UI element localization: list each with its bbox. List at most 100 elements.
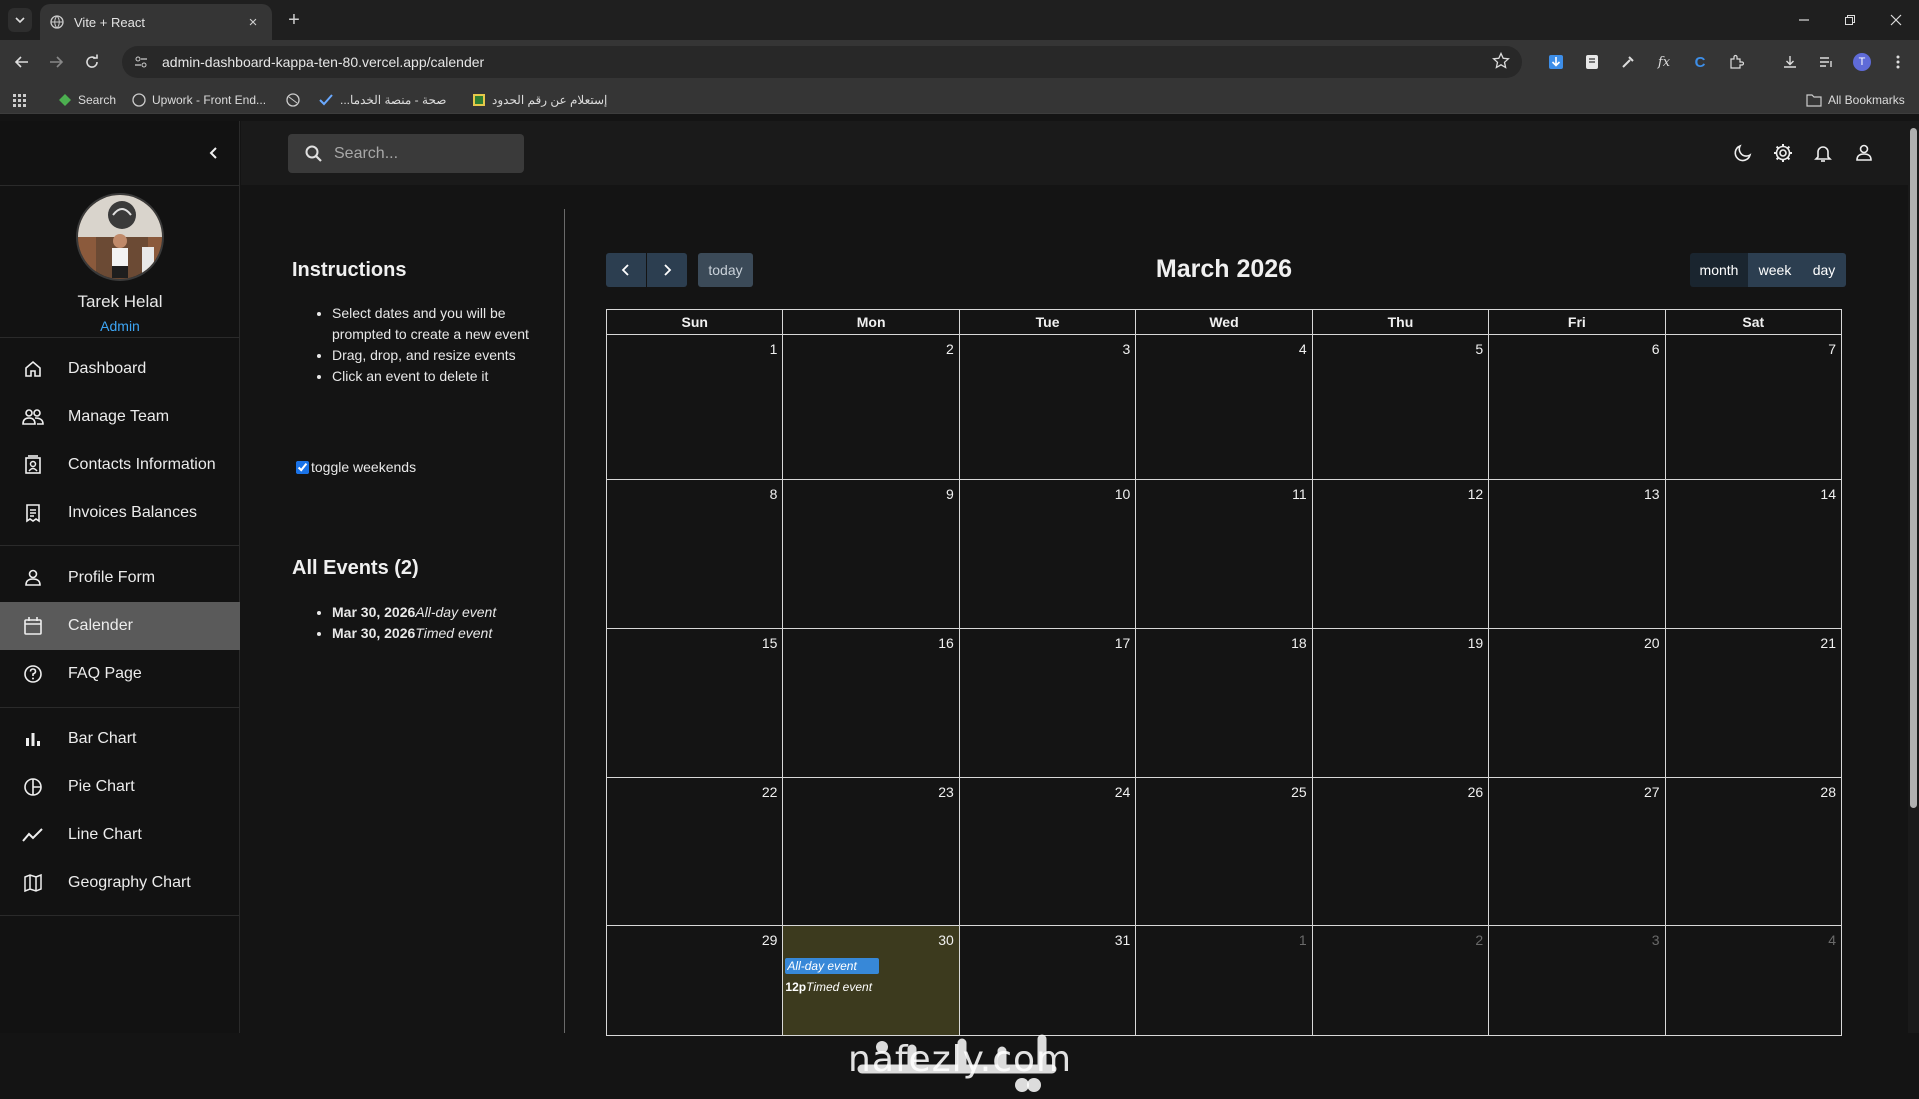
calendar-day-cell[interactable]: 14 bbox=[1665, 480, 1842, 629]
day-number[interactable]: 10 bbox=[1115, 486, 1131, 502]
calendar-day-cell[interactable]: 12 bbox=[1312, 480, 1490, 629]
prev-month-button[interactable] bbox=[606, 253, 646, 287]
day-number[interactable]: 30 bbox=[938, 932, 954, 948]
calendar-day-cell[interactable]: 19 bbox=[1312, 629, 1490, 778]
day-number[interactable]: 13 bbox=[1644, 486, 1660, 502]
bookmark-star-icon[interactable] bbox=[1492, 52, 1510, 70]
browser-menu-icon[interactable] bbox=[1888, 52, 1908, 72]
day-number[interactable]: 14 bbox=[1820, 486, 1836, 502]
bookmark-upwork[interactable]: Upwork - Front End... bbox=[132, 90, 266, 110]
notifications-bell-icon[interactable] bbox=[1811, 141, 1835, 165]
bookmark-health-platform[interactable]: صحة - منصة الخدما... bbox=[318, 90, 446, 110]
address-bar[interactable]: admin-dashboard-kappa-ten-80.vercel.app/… bbox=[122, 46, 1522, 78]
day-number[interactable]: 8 bbox=[770, 486, 778, 502]
profile-avatar[interactable]: T bbox=[1852, 52, 1872, 72]
day-number[interactable]: 24 bbox=[1115, 784, 1131, 800]
calendar-day-cell[interactable]: 3 bbox=[959, 335, 1137, 480]
media-control-icon[interactable] bbox=[1816, 52, 1836, 72]
calendar-day-cell[interactable]: 24 bbox=[959, 778, 1137, 926]
calendar-day-cell[interactable]: 27 bbox=[1489, 778, 1666, 926]
settings-gear-icon[interactable] bbox=[1771, 141, 1795, 165]
calendar-day-cell[interactable]: 29 bbox=[607, 926, 784, 1036]
day-number[interactable]: 19 bbox=[1468, 635, 1484, 651]
new-tab-button[interactable]: + bbox=[282, 8, 306, 32]
calendar-day-cell[interactable]: 5 bbox=[1312, 335, 1490, 480]
sidebar-item-contacts[interactable]: Contacts Information bbox=[0, 441, 240, 489]
close-tab-icon[interactable]: × bbox=[244, 13, 262, 31]
eyedropper-extension-icon[interactable] bbox=[1618, 52, 1638, 72]
day-number[interactable]: 17 bbox=[1115, 635, 1131, 651]
calendar-day-cell[interactable]: 26 bbox=[1312, 778, 1490, 926]
day-number[interactable]: 18 bbox=[1291, 635, 1307, 651]
downloads-icon[interactable] bbox=[1780, 52, 1800, 72]
search-input[interactable] bbox=[334, 144, 514, 163]
sidebar-item-manage-team[interactable]: Manage Team bbox=[0, 393, 240, 441]
function-extension-icon[interactable]: fx bbox=[1654, 52, 1674, 72]
day-number[interactable]: 4 bbox=[1299, 341, 1307, 357]
calendar-day-cell[interactable]: 10 bbox=[959, 480, 1137, 629]
day-number[interactable]: 27 bbox=[1644, 784, 1660, 800]
back-icon[interactable] bbox=[10, 50, 34, 74]
calendar-day-cell[interactable]: 2 bbox=[783, 335, 960, 480]
calendar-day-cell[interactable]: 1 bbox=[607, 335, 784, 480]
day-number[interactable]: 3 bbox=[1652, 932, 1660, 948]
page-scrollbar-thumb[interactable] bbox=[1910, 128, 1917, 808]
restore-icon[interactable] bbox=[1827, 0, 1873, 40]
month-view-button[interactable]: month bbox=[1690, 253, 1748, 287]
download-extension-icon[interactable] bbox=[1546, 52, 1566, 72]
day-number[interactable]: 16 bbox=[938, 635, 954, 651]
day-number[interactable]: 3 bbox=[1122, 341, 1130, 357]
calendar-day-cell[interactable]: 15 bbox=[607, 629, 784, 778]
calendar-day-cell-next-month[interactable]: 2 bbox=[1312, 926, 1490, 1036]
collapse-sidebar-button[interactable] bbox=[202, 141, 226, 165]
bookmark-search[interactable]: Search bbox=[58, 90, 116, 110]
weekends-checkbox[interactable] bbox=[296, 460, 309, 474]
calendar-day-cell[interactable]: 16 bbox=[783, 629, 960, 778]
calendar-day-cell[interactable]: 23 bbox=[783, 778, 960, 926]
day-number[interactable]: 1 bbox=[1299, 932, 1307, 948]
day-number[interactable]: 28 bbox=[1820, 784, 1836, 800]
calendar-day-cell[interactable]: 17 bbox=[959, 629, 1137, 778]
calendar-day-cell-today[interactable]: 30 All-day event 12pTimed event bbox=[783, 926, 960, 1036]
day-number[interactable]: 6 bbox=[1652, 341, 1660, 357]
apps-grid-icon[interactable] bbox=[12, 90, 26, 110]
day-number[interactable]: 11 bbox=[1292, 486, 1307, 502]
calendar-day-cell[interactable]: 4 bbox=[1136, 335, 1313, 480]
day-number[interactable]: 15 bbox=[762, 635, 778, 651]
browser-tab[interactable]: Vite + React × bbox=[40, 4, 272, 40]
bookmark-globe[interactable] bbox=[286, 90, 300, 110]
c-extension-icon[interactable]: C bbox=[1690, 52, 1710, 72]
calendar-day-cell[interactable]: 7 bbox=[1665, 335, 1842, 480]
all-day-event[interactable]: All-day event bbox=[785, 958, 880, 974]
sidebar-item-bar-chart[interactable]: Bar Chart bbox=[0, 715, 240, 763]
calendar-day-cell-next-month[interactable]: 1 bbox=[1136, 926, 1313, 1036]
calendar-day-cell[interactable]: 25 bbox=[1136, 778, 1313, 926]
day-number[interactable]: 7 bbox=[1828, 341, 1836, 357]
sidebar-item-invoices[interactable]: Invoices Balances bbox=[0, 489, 240, 537]
day-number[interactable]: 5 bbox=[1475, 341, 1483, 357]
day-number[interactable]: 2 bbox=[1475, 932, 1483, 948]
timed-event[interactable]: 12pTimed event bbox=[785, 980, 872, 994]
day-number[interactable]: 31 bbox=[1115, 932, 1131, 948]
day-number[interactable]: 2 bbox=[946, 341, 954, 357]
day-number[interactable]: 22 bbox=[762, 784, 778, 800]
day-number[interactable]: 25 bbox=[1291, 784, 1307, 800]
site-info-icon[interactable] bbox=[134, 55, 148, 69]
reload-icon[interactable] bbox=[80, 50, 104, 74]
account-icon[interactable] bbox=[1852, 141, 1876, 165]
today-button[interactable]: today bbox=[698, 253, 753, 287]
calendar-day-cell[interactable]: 28 bbox=[1665, 778, 1842, 926]
sidebar-item-dashboard[interactable]: Dashboard bbox=[0, 345, 240, 393]
sidebar-item-calender[interactable]: Calender bbox=[0, 602, 240, 650]
day-number[interactable]: 20 bbox=[1644, 635, 1660, 651]
calendar-day-cell[interactable]: 8 bbox=[607, 480, 784, 629]
bookmark-border-inquiry[interactable]: إستعلام عن رقم الحدود bbox=[472, 90, 607, 110]
event-list-item[interactable]: Mar 30, 2026Timed event bbox=[332, 623, 496, 644]
day-number[interactable]: 21 bbox=[1820, 635, 1836, 651]
calendar-day-cell[interactable]: 21 bbox=[1665, 629, 1842, 778]
calendar-day-cell[interactable]: 13 bbox=[1489, 480, 1666, 629]
forward-icon[interactable] bbox=[44, 50, 68, 74]
calendar-day-cell[interactable]: 31 bbox=[959, 926, 1137, 1036]
day-number[interactable]: 9 bbox=[946, 486, 954, 502]
sidebar-item-geography-chart[interactable]: Geography Chart bbox=[0, 859, 240, 907]
